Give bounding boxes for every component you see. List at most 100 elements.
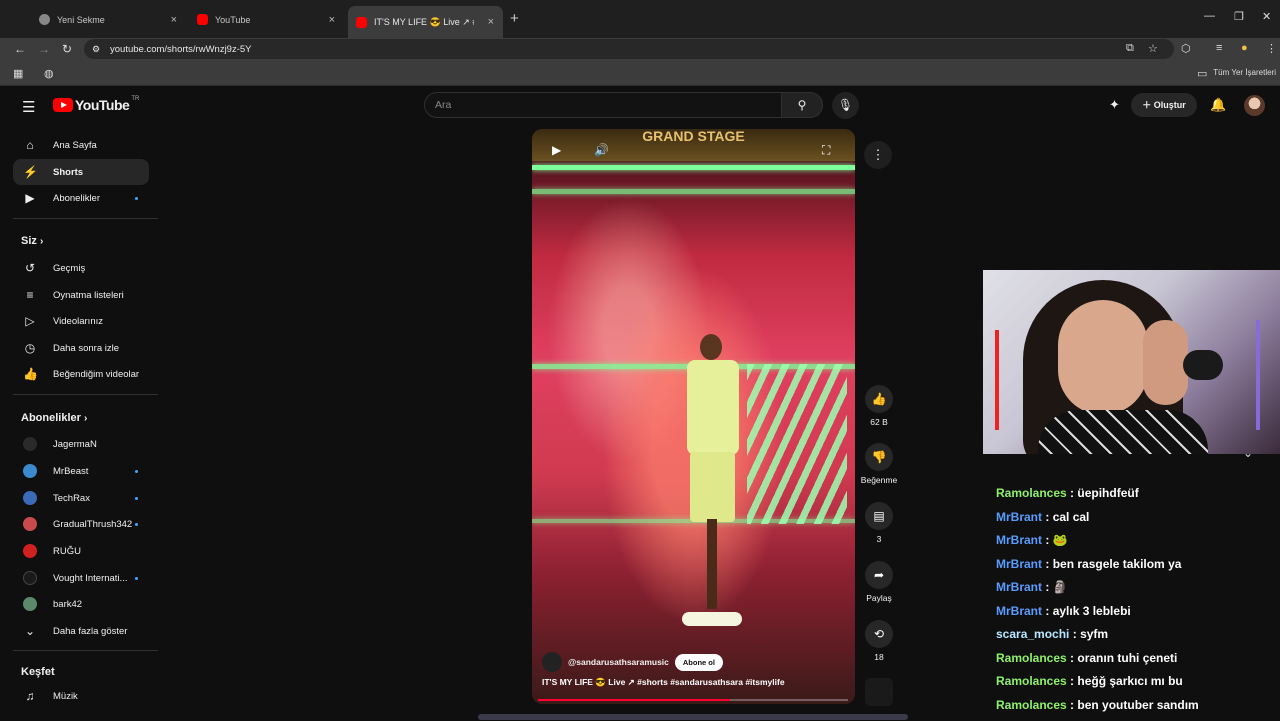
bookmark-star-icon[interactable]: ☆	[1148, 42, 1158, 55]
performer-leg	[707, 519, 717, 609]
site-info-icon[interactable]: ⚙	[92, 44, 100, 55]
sidebar-show-more[interactable]: ⌄Daha fazla göster	[13, 618, 149, 644]
sidebar-item-music[interactable]: ♫Müzik	[13, 683, 149, 709]
channel-row: @sandarusathsaramusic Abone ol	[542, 652, 723, 672]
channel-name[interactable]: @sandarusathsaramusic	[568, 657, 669, 667]
scroll-down-icon[interactable]: ⌄	[1243, 446, 1253, 460]
sparkle-icon[interactable]: ✦	[1109, 97, 1120, 113]
sidebar-item-playlists[interactable]: ≡Oynatma listeleri	[13, 282, 149, 308]
microphone	[1183, 350, 1223, 380]
chat-separator: :	[1067, 651, 1078, 665]
menu-icon[interactable]: ⋮	[1266, 42, 1277, 55]
new-content-dot	[135, 577, 138, 580]
close-tab-icon[interactable]: ×	[171, 14, 177, 26]
address-bar[interactable]: ⚙ youtube.com/shorts/rwWnzj9z-5Y	[84, 39, 1174, 59]
sidebar-item-label: Daha fazla göster	[53, 626, 127, 637]
back-icon[interactable]: ←	[14, 42, 26, 56]
extensions-icon[interactable]: ⬡	[1181, 42, 1191, 55]
performer-shoes	[682, 612, 742, 626]
search-input[interactable]: Ara	[424, 92, 782, 118]
close-tab-icon[interactable]: ×	[488, 16, 494, 28]
next-short-preview[interactable]	[478, 714, 908, 720]
divider	[13, 218, 158, 219]
create-button[interactable]: ＋ Oluştur	[1131, 93, 1197, 117]
remix-button[interactable]: ⟲ 18	[860, 620, 898, 662]
sidebar-section-explore: Keşfet	[21, 666, 55, 678]
sidebar-sub-mrbeast[interactable]: MrBeast	[13, 458, 149, 484]
menu-hamburger-icon[interactable]: ☰	[22, 98, 35, 116]
like-button[interactable]: 👍 62 B	[860, 385, 898, 427]
stage-text: GRAND STAGE	[642, 129, 744, 144]
sidebar-item-history[interactable]: ↺Geçmiş	[13, 255, 149, 281]
comment-icon: ▤	[865, 502, 893, 530]
chat-username: scara_mochi	[996, 627, 1069, 641]
country-code: TR	[131, 96, 139, 102]
chat-message: Ramolances : ben youtuber sandım	[996, 698, 1280, 721]
chat-message: Ramolances : heğğ şarkıcı mı bu	[996, 674, 1280, 698]
sidebar-section-you[interactable]: Siz ›	[21, 235, 43, 247]
reload-icon[interactable]: ↻	[62, 42, 72, 56]
sidebar-sub-gradualthrush[interactable]: GradualThrush342	[13, 511, 149, 537]
close-window-icon[interactable]: ✕	[1262, 10, 1271, 23]
new-content-dot	[135, 470, 138, 473]
chat-username: MrBrant	[996, 510, 1042, 524]
sidebar-item-subscriptions[interactable]: ▶Abonelikler	[13, 185, 149, 211]
close-tab-icon[interactable]: ×	[329, 14, 335, 26]
chat-username: MrBrant	[996, 557, 1042, 571]
chat-separator: :	[1067, 674, 1078, 688]
volume-icon[interactable]: 🔊	[594, 143, 609, 157]
tab-active-short[interactable]: IT'S MY LIFE 😎 Live ↗ #sl ×	[348, 6, 503, 38]
thumbs-up-icon: 👍	[865, 385, 893, 413]
profile-icon[interactable]: ●	[1241, 42, 1248, 54]
new-tab-button[interactable]: +	[510, 10, 519, 27]
channel-avatar	[23, 464, 37, 478]
short-video-player[interactable]: GRAND STAGE ▶ 🔊 ⛶ @sandarusathsaramusic …	[532, 129, 855, 704]
notifications-bell-icon[interactable]: 🔔	[1210, 97, 1226, 113]
chat-username: Ramolances	[996, 674, 1067, 688]
short-title[interactable]: IT'S MY LIFE 😎 Live ↗ #shorts #sandarusa…	[542, 677, 785, 688]
sidebar-item-label: Geçmiş	[53, 263, 85, 274]
sidebar-item-home[interactable]: ⌂Ana Sayfa	[13, 132, 149, 158]
tab-youtube[interactable]: YouTube ×	[189, 7, 344, 32]
install-icon[interactable]: ⧉	[1126, 42, 1134, 55]
channel-avatar[interactable]	[542, 652, 562, 672]
more-options-icon[interactable]: ⋮	[864, 141, 892, 169]
bookmark-globe-icon[interactable]: ◍	[44, 67, 54, 80]
sidebar-sub-rugu[interactable]: RUĞU	[13, 538, 149, 564]
url-text: youtube.com/shorts/rwWnzj9z-5Y	[110, 44, 252, 55]
voice-search-button[interactable]: 🎙	[832, 92, 859, 119]
sidebar-item-watch-later[interactable]: ◷Daha sonra izle	[13, 335, 149, 361]
share-button[interactable]: ➦ Paylaş	[860, 561, 898, 603]
maximize-icon[interactable]: ❐	[1234, 10, 1244, 23]
sound-thumbnail[interactable]	[865, 678, 893, 706]
comments-button[interactable]: ▤ 3	[860, 502, 898, 544]
sidebar-sub-jagerman[interactable]: JagermaN	[13, 431, 149, 457]
sidebar-item-label: Shorts	[53, 167, 83, 178]
progress-bar[interactable]	[538, 699, 848, 701]
all-bookmarks-link[interactable]: Tüm Yer İşaretleri	[1213, 68, 1276, 77]
sidebar-item-liked-videos[interactable]: 👍Beğendiğim videolar	[13, 361, 149, 387]
apps-icon[interactable]: ▦	[13, 67, 23, 80]
chat-message: scara_mochi : syfm	[996, 627, 1280, 651]
subscribe-button[interactable]: Abone ol	[675, 654, 723, 671]
sidebar-item-label: TechRax	[53, 493, 90, 504]
fullscreen-icon[interactable]: ⛶	[822, 143, 830, 158]
play-icon[interactable]: ▶	[552, 143, 561, 157]
sidebar-sub-bark42[interactable]: bark42	[13, 591, 149, 617]
webcam-overlay	[983, 270, 1280, 454]
channel-avatar	[23, 597, 37, 611]
minimize-icon[interactable]: —	[1204, 10, 1215, 22]
search-button[interactable]: ⚲	[781, 92, 823, 118]
sidebar-item-your-videos[interactable]: ▷Videolarınız	[13, 308, 149, 334]
sidebar-section-subscriptions[interactable]: Abonelikler ›	[21, 412, 87, 424]
sidebar-sub-vought[interactable]: Vought Internati...	[13, 565, 149, 591]
performer-figure	[682, 334, 742, 634]
media-icon[interactable]: ≡	[1216, 42, 1222, 54]
youtube-logo[interactable]: YouTube TR	[53, 97, 139, 113]
tab-new-tab[interactable]: Yeni Sekme ×	[31, 7, 186, 32]
sidebar-sub-techrax[interactable]: TechRax	[13, 485, 149, 511]
forward-icon[interactable]: →	[38, 42, 50, 56]
avatar[interactable]	[1244, 95, 1265, 116]
sidebar-item-shorts[interactable]: ⚡Shorts	[13, 159, 149, 185]
dislike-button[interactable]: 👎 Beğenme	[860, 443, 898, 485]
